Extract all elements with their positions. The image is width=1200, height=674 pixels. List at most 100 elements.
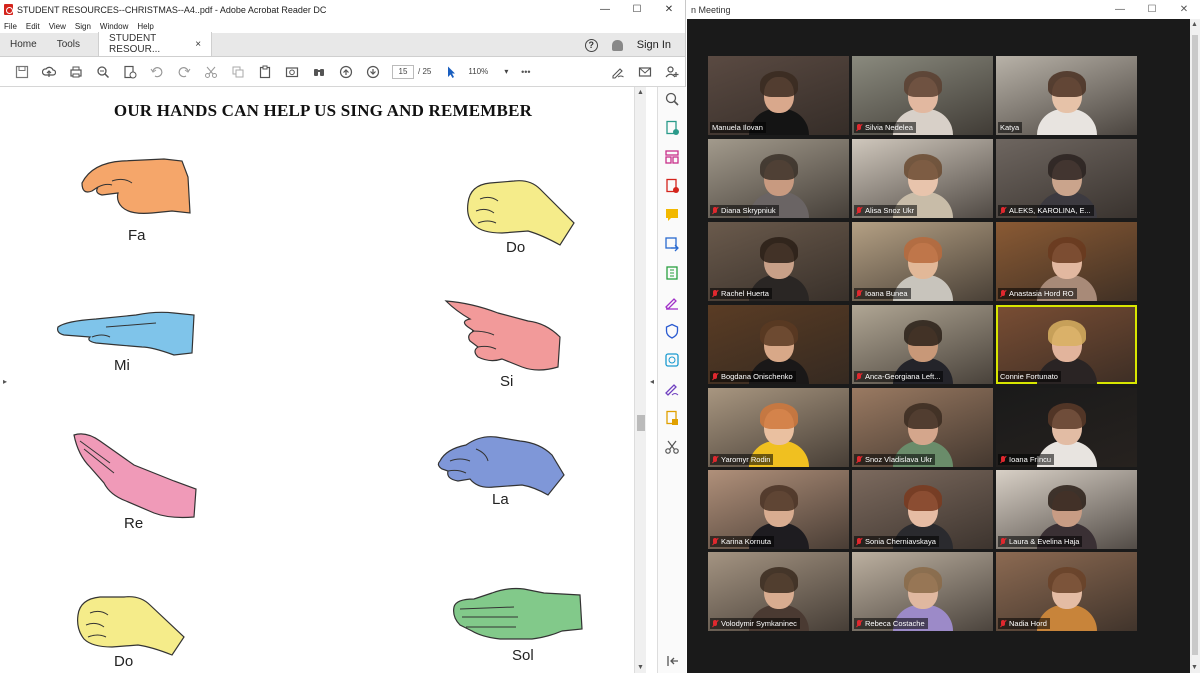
add-user-icon[interactable] — [658, 62, 685, 82]
binoculars-icon[interactable] — [305, 62, 332, 82]
zoom-minimize-button[interactable]: — — [1104, 4, 1136, 15]
tab-home[interactable]: Home — [0, 32, 47, 56]
request-signature-icon[interactable] — [664, 381, 680, 397]
comment-icon[interactable] — [664, 207, 680, 223]
stamp-icon[interactable] — [664, 410, 680, 426]
participant-video-tile[interactable]: Silvia Nedelea — [852, 56, 993, 135]
collapse-panel-icon[interactable] — [664, 653, 680, 669]
scroll-thumb[interactable] — [637, 415, 645, 431]
close-button[interactable]: ✕ — [653, 4, 685, 15]
select-cursor-icon[interactable] — [437, 62, 464, 82]
tools-right-panel — [657, 87, 686, 673]
snapshot-camera-icon[interactable] — [278, 62, 305, 82]
minimize-button[interactable]: — — [589, 4, 621, 15]
menu-help[interactable]: Help — [137, 22, 153, 31]
tab-close-button[interactable]: × — [195, 39, 201, 50]
tab-document[interactable]: STUDENT RESOUR... × — [98, 32, 213, 56]
menu-file[interactable]: File — [4, 22, 17, 31]
participant-video-tile[interactable]: Connie Fortunato — [996, 305, 1137, 384]
fill-sign-panel-icon[interactable] — [664, 294, 680, 310]
more-tools-scissors-icon[interactable] — [664, 439, 680, 455]
redo-icon[interactable] — [170, 62, 197, 82]
participant-video-tile[interactable]: Ioana Frîncu — [996, 388, 1137, 467]
zoom-window-title: n Meeting — [691, 4, 731, 15]
scroll-down-arrow-icon[interactable]: ▼ — [637, 664, 644, 671]
gallery-scroll-down-icon[interactable]: ▼ — [1191, 664, 1198, 671]
participant-video-tile[interactable]: Alisa Snoz Ukr — [852, 139, 993, 218]
menu-bar: File Edit View Sign Window Help — [0, 19, 685, 33]
collapse-right-panel-arrow-icon[interactable]: ◂ — [650, 377, 654, 386]
participant-video-tile[interactable]: Anca-Georgiana Left... — [852, 305, 993, 384]
scissors-icon[interactable] — [197, 62, 224, 82]
zoom-level-value: 110% — [468, 67, 489, 76]
participant-name: Silvia Nedelea — [865, 123, 913, 132]
send-for-review-icon[interactable] — [664, 352, 680, 368]
participant-video-tile[interactable]: Karina Kornuta — [708, 470, 849, 549]
maximize-button[interactable]: ☐ — [621, 4, 653, 15]
help-icon[interactable]: ? — [584, 38, 598, 52]
participant-video-tile[interactable]: Yaromyr Rodin — [708, 388, 849, 467]
sign-in-button[interactable]: Sign In — [637, 39, 671, 51]
protect-doc-icon[interactable] — [116, 62, 143, 82]
participant-name-tag: Rebeca Costache — [854, 618, 928, 629]
create-pdf-icon[interactable] — [664, 178, 680, 194]
participant-video-tile[interactable]: Katya — [996, 56, 1137, 135]
clipboard-icon[interactable] — [251, 62, 278, 82]
participant-video-tile[interactable]: Ioana Bunea — [852, 222, 993, 301]
notifications-bell-icon[interactable] — [611, 39, 623, 51]
participant-video-tile[interactable]: Anastasia Hord RO — [996, 222, 1137, 301]
menu-window[interactable]: Window — [100, 22, 128, 31]
fill-sign-icon[interactable] — [604, 62, 631, 82]
document-scrollbar[interactable]: ▲ ▼ — [634, 87, 646, 673]
participant-video-tile[interactable]: Nadia Hord — [996, 552, 1137, 631]
previous-page-icon[interactable] — [332, 62, 359, 82]
participant-video-tile[interactable]: Laura & Evelina Haja — [996, 470, 1137, 549]
menu-view[interactable]: View — [49, 22, 66, 31]
mail-icon[interactable] — [631, 62, 658, 82]
zoom-level-select[interactable]: 110% ▾ — [468, 67, 508, 76]
zoom-maximize-button[interactable]: ☐ — [1136, 4, 1168, 15]
acrobat-toolbar: 15 / 25 110% ▾ ••• — [0, 57, 685, 87]
participant-video-tile[interactable]: Snoz Vladislava Ukr — [852, 388, 993, 467]
tab-tools[interactable]: Tools — [47, 32, 90, 56]
more-tools-icon[interactable]: ••• — [512, 62, 539, 82]
export-pdf-icon[interactable] — [664, 120, 680, 136]
zoom-close-button[interactable]: ✕ — [1168, 4, 1200, 15]
print-icon[interactable] — [62, 62, 89, 82]
enhance-scans-icon[interactable] — [664, 91, 680, 107]
gallery-scroll-thumb[interactable] — [1192, 35, 1198, 655]
menu-sign[interactable]: Sign — [75, 22, 91, 31]
participant-name: Nadia Hord — [1009, 619, 1047, 628]
organize-pages-icon[interactable] — [664, 149, 680, 165]
participant-video-tile[interactable]: Diana Skrypniuk — [708, 139, 849, 218]
upload-cloud-icon[interactable] — [35, 62, 62, 82]
copy-icon[interactable] — [224, 62, 251, 82]
compress-pdf-icon[interactable] — [664, 265, 680, 281]
participant-video-tile[interactable]: Manuela Ilovan — [708, 56, 849, 135]
save-icon[interactable] — [8, 62, 35, 82]
participant-video-tile[interactable]: Volodymir Symkaninec — [708, 552, 849, 631]
participant-name: Katya — [1000, 123, 1020, 132]
next-page-icon[interactable] — [359, 62, 386, 82]
gallery-scrollbar[interactable]: ▲ ▼ — [1190, 19, 1200, 673]
menu-edit[interactable]: Edit — [26, 22, 40, 31]
participant-video-tile[interactable]: Bogdana Onischenko — [708, 305, 849, 384]
collapse-left-arrow-icon[interactable]: ▸ — [3, 377, 7, 386]
participant-name-tag: Sonia Cherniavskaya — [854, 536, 939, 547]
page-number-input[interactable]: 15 — [392, 64, 414, 79]
undo-icon[interactable] — [143, 62, 170, 82]
gallery-scroll-up-icon[interactable]: ▲ — [1191, 21, 1198, 28]
participant-name-tag: Manuela Ilovan — [710, 122, 766, 133]
participant-video-tile[interactable]: Rebeca Costache — [852, 552, 993, 631]
hand-label-do-top: Do — [506, 239, 526, 256]
protect-shield-icon[interactable] — [664, 323, 680, 339]
participant-name: Ioana Frîncu — [1009, 455, 1052, 464]
scroll-up-arrow-icon[interactable]: ▲ — [637, 89, 644, 96]
zoom-search-icon[interactable] — [89, 62, 116, 82]
participant-video-tile[interactable]: ALEKS, KAROLINA, E... — [996, 139, 1137, 218]
share-icon[interactable] — [664, 236, 680, 252]
participant-video-tile[interactable]: Rachel Huerta — [708, 222, 849, 301]
participant-video-tile[interactable]: Sonia Cherniavskaya — [852, 470, 993, 549]
participant-name: Sonia Cherniavskaya — [865, 537, 936, 546]
participant-name: Manuela Ilovan — [712, 123, 763, 132]
